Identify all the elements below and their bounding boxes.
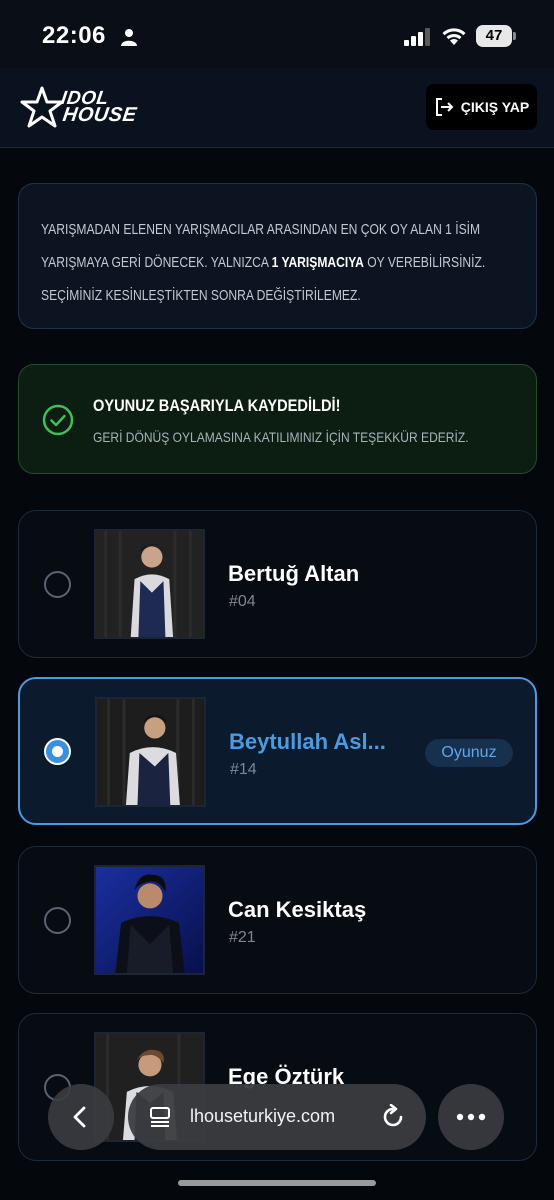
logout-icon	[435, 98, 454, 116]
contestant-card-selected[interactable]: Beytullah Asl... #14 Oyunuz	[18, 677, 537, 825]
logout-label: ÇIKIŞ YAP	[460, 99, 530, 115]
site-header: IDOL HOUSE ÇIKIŞ YAP	[0, 68, 554, 148]
logout-button[interactable]: ÇIKIŞ YAP	[426, 84, 537, 130]
contestant-name: Can Kesiktaş	[228, 897, 367, 922]
info-text-highlight: 1 YARIŞMACIYA	[271, 255, 364, 271]
signal-icon	[404, 28, 430, 46]
idol-house-logo[interactable]: IDOL HOUSE	[20, 80, 140, 136]
info-text: YARIŞMADAN ELENEN YARIŞMACILAR ARASINDAN…	[41, 214, 511, 313]
success-subtitle: GERİ DÖNÜŞ OYLAMASINA KATILIMINIZ İÇİN T…	[93, 429, 469, 445]
more-options-button[interactable]	[438, 1084, 504, 1150]
reload-icon[interactable]	[380, 1104, 406, 1130]
home-indicator[interactable]	[178, 1180, 376, 1186]
contestant-card[interactable]: Bertuğ Altan #04	[18, 510, 537, 658]
check-circle-icon	[42, 404, 74, 436]
battery-indicator: 47	[476, 25, 516, 47]
contestant-number: #04	[229, 593, 256, 610]
contestant-name: Beytullah Asl...	[229, 729, 386, 754]
status-bar: 22:06 47	[0, 0, 554, 68]
reader-tabs-icon	[150, 1107, 170, 1127]
contestant-name: Bertuğ Altan	[228, 561, 360, 586]
radio-button-selected[interactable]	[44, 738, 71, 765]
wifi-icon	[442, 28, 466, 45]
contestant-number: #14	[230, 761, 257, 778]
person-icon	[121, 29, 137, 46]
your-vote-badge: Oyunuz	[425, 739, 513, 767]
contestant-photo	[95, 697, 206, 807]
voting-info-card: YARIŞMADAN ELENEN YARIŞMACILAR ARASINDAN…	[18, 183, 537, 329]
back-button[interactable]	[48, 1084, 114, 1150]
battery-tip	[513, 32, 516, 40]
radio-button[interactable]	[44, 907, 71, 934]
more-icon	[456, 1113, 486, 1121]
radio-button[interactable]	[44, 571, 71, 598]
url-text: lhouseturkiye.com	[190, 1106, 336, 1126]
browser-toolbar: lhouseturkiye.com	[0, 1080, 554, 1200]
status-time: 22:06	[42, 22, 106, 49]
contestant-photo	[94, 865, 205, 975]
logo-line-2: HOUSE	[61, 104, 139, 126]
contestant-card[interactable]: Can Kesiktaş #21	[18, 846, 537, 994]
chevron-left-icon	[73, 1106, 86, 1128]
vote-success-card: OYUNUZ BAŞARIYLA KAYDEDİLDİ! GERİ DÖNÜŞ …	[18, 364, 537, 474]
contestant-photo	[94, 529, 205, 639]
success-title: OYUNUZ BAŞARIYLA KAYDEDİLDİ!	[93, 396, 341, 415]
battery-level: 47	[476, 25, 512, 47]
address-bar[interactable]: lhouseturkiye.com	[128, 1084, 426, 1150]
logo-text: IDOL HOUSE	[58, 88, 140, 126]
contestant-number: #21	[229, 929, 256, 946]
